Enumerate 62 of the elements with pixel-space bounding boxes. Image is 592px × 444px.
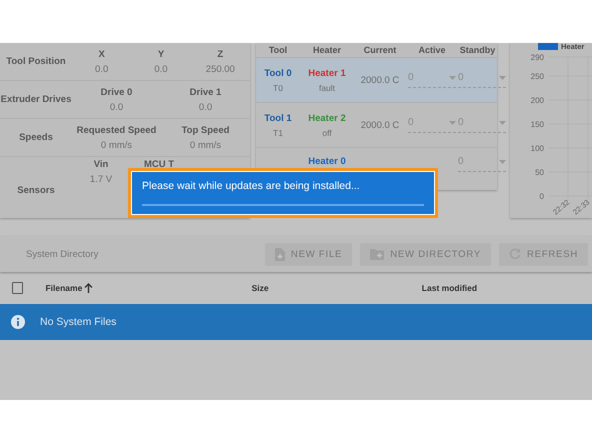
column-heading: Y: [158, 48, 164, 60]
axis-tick-label: 0: [540, 192, 544, 201]
row-label: Speeds: [18, 132, 54, 143]
caret-icon: [499, 76, 506, 80]
column-heading: Vin: [94, 159, 108, 170]
tool-name[interactable]: Tool 1: [264, 112, 292, 124]
dialog-message: Please wait while updates are being installed...: [142, 180, 361, 192]
tool-id: T1: [273, 128, 283, 138]
column-heading: Active: [417, 45, 446, 55]
column-heading: Tool: [268, 45, 288, 55]
column-heading[interactable]: Size: [252, 283, 269, 293]
value-text: 1.7 V: [90, 174, 112, 185]
info-icon: [11, 315, 25, 329]
row-label: Tool Position: [5, 56, 67, 67]
column-heading: Z: [217, 48, 224, 60]
column-heading[interactable]: Last modified: [422, 283, 478, 293]
caret-icon: [449, 76, 456, 80]
column-heading: Heater: [312, 45, 342, 55]
axis-tick-label: 200: [530, 96, 544, 106]
directory-title: System Directory: [26, 248, 100, 260]
folder-plus-icon: [370, 248, 384, 260]
standby-temperature-dropdown[interactable]: 0: [458, 72, 506, 88]
empty-message: No System Files: [40, 316, 116, 328]
column-heading: X: [98, 48, 105, 60]
value-text: 0.0: [154, 64, 168, 74]
column-heading: Requested Speed: [76, 124, 156, 136]
column-heading: Drive 0: [100, 86, 132, 98]
value-text: 0.0: [95, 64, 108, 74]
column-heading: Drive 1: [190, 86, 222, 98]
column-heading[interactable]: Filename: [45, 283, 82, 293]
current-temperature: 2000.0 C: [360, 120, 400, 130]
column-heading: Top Speed: [182, 124, 230, 136]
axis-tick-label: 290: [530, 53, 544, 62]
legend-swatch: [538, 43, 558, 50]
column-heading: MCU T: [144, 159, 174, 170]
file-plus-icon: [274, 248, 285, 260]
active-temperature-dropdown[interactable]: 0: [408, 72, 456, 88]
axis-tick-label: 150: [530, 120, 544, 130]
value-text: 0.0: [198, 102, 212, 112]
tool-id: T0: [273, 82, 283, 92]
heater-name[interactable]: Heater 0: [308, 156, 346, 167]
value-text: 0.0: [110, 102, 124, 112]
value-text: 0 mm/s: [100, 140, 132, 150]
value-text: 0 mm/s: [190, 140, 222, 150]
axis-tick-label: 250: [530, 72, 544, 82]
value-text: 250.00: [206, 64, 235, 74]
caret-icon: [499, 120, 506, 124]
tool-name[interactable]: Tool 0: [264, 68, 292, 78]
heater-state: off: [322, 128, 332, 138]
row-label: Sensors: [16, 185, 56, 196]
current-temperature: 2000.0 C: [360, 74, 400, 86]
caret-icon: [499, 160, 506, 164]
axis-tick-label: 50: [535, 168, 544, 178]
heater-name[interactable]: Heater 2: [308, 112, 346, 124]
caret-icon: [449, 120, 456, 124]
axis-tick-label: 100: [530, 144, 544, 154]
row-label: Extruder Drives: [0, 94, 72, 105]
column-heading: Current: [362, 45, 398, 55]
select-all-checkbox[interactable]: [12, 282, 24, 294]
heater-name[interactable]: Heater 1: [308, 68, 346, 78]
column-heading: Standby: [458, 45, 496, 55]
heater-state: fault: [318, 82, 336, 92]
